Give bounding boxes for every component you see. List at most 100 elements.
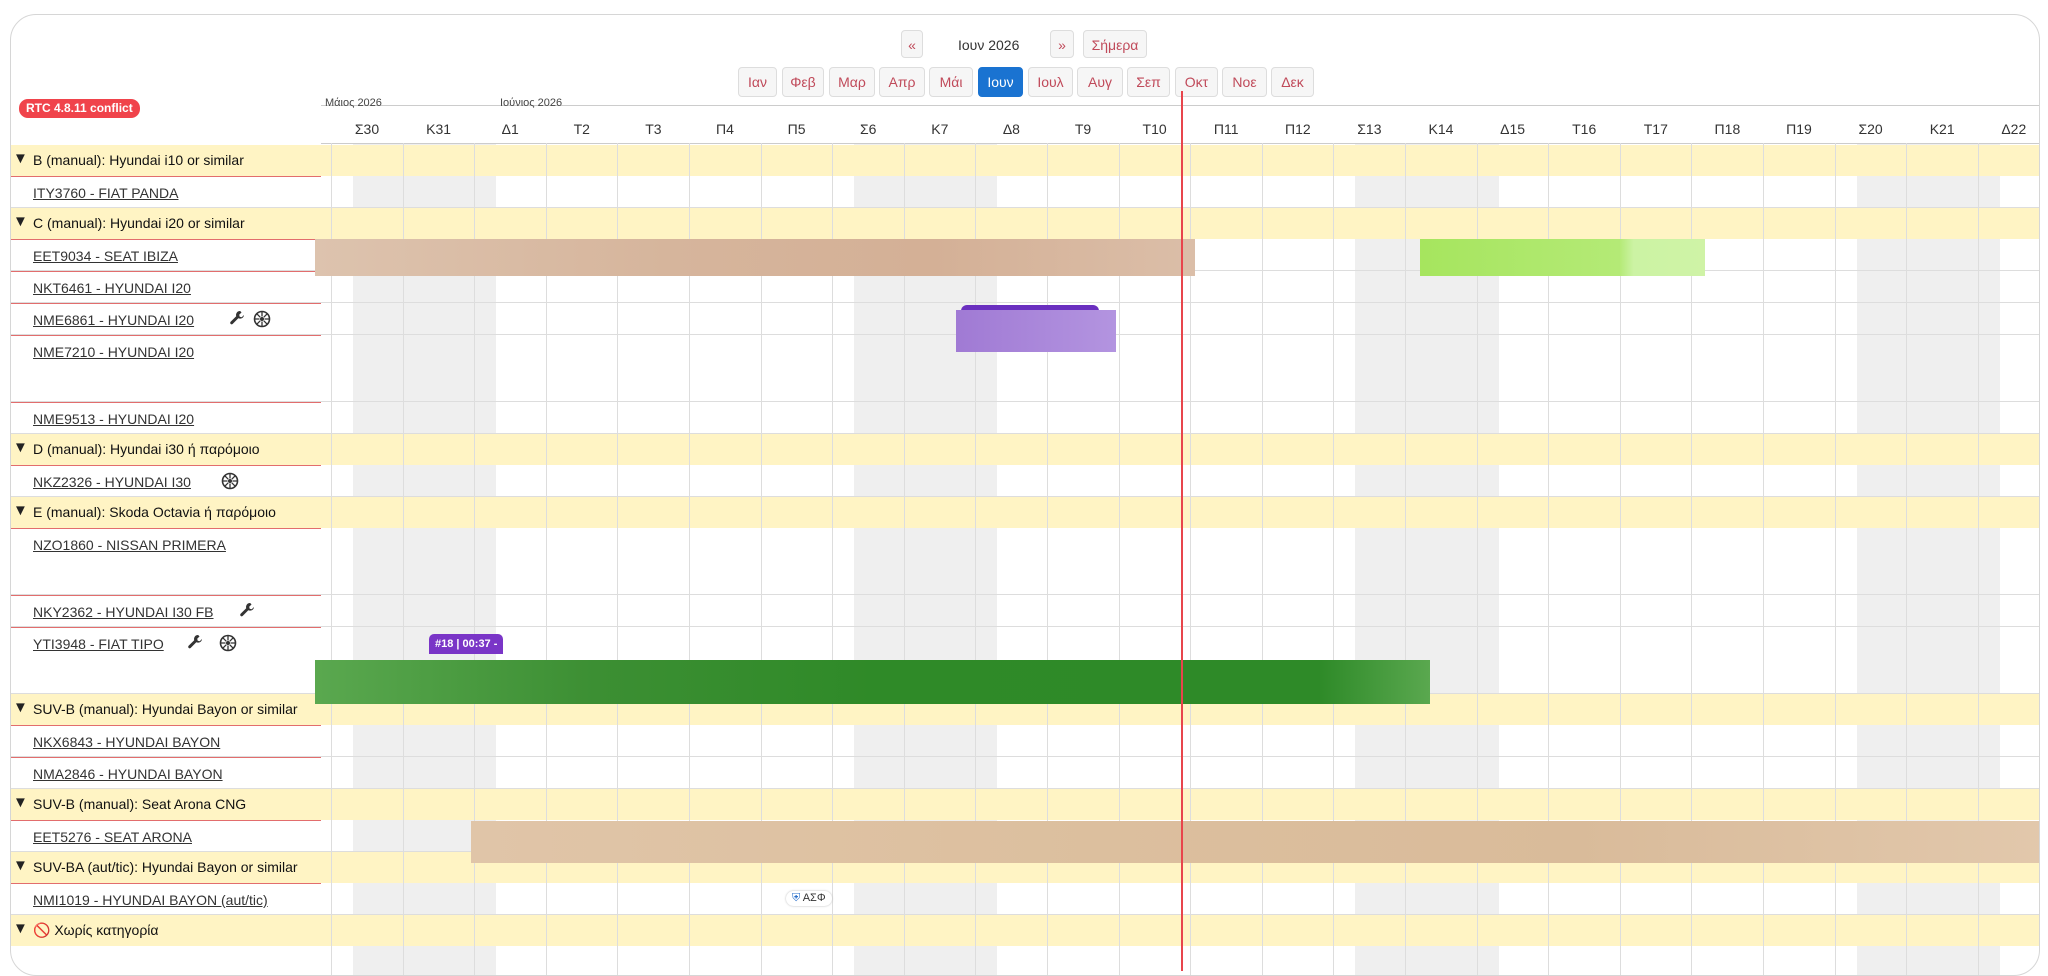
group-header[interactable]: ▼ B (manual): Hyundai i10 or similar xyxy=(11,145,2039,176)
group-header[interactable]: ▼ E (manual): Skoda Octavia ή παρόμοιο xyxy=(11,497,2039,528)
vehicle-link[interactable]: NKX6843 - HYUNDAI BAYON xyxy=(33,734,220,750)
vehicle-link[interactable]: EET5276 - SEAT ARONA xyxy=(33,829,192,845)
day-header-cell: Π4 xyxy=(716,121,734,137)
wheel-icon[interactable] xyxy=(219,634,237,652)
day-header-cell: Κ21 xyxy=(1929,121,1955,137)
header-top-rule xyxy=(321,105,2039,106)
month-button-jun[interactable]: Ιουν xyxy=(978,67,1023,97)
booking-bar-eet9034-2[interactable] xyxy=(1420,239,1705,276)
booking-bar-eet9034[interactable] xyxy=(315,239,1195,276)
prev-month-button[interactable]: « xyxy=(901,30,923,58)
day-header-cell: Δ22 xyxy=(2001,121,2027,137)
vehicle-row[interactable]: NME9513 - HYUNDAI I20 xyxy=(11,402,2039,434)
group-label: E (manual): Skoda Octavia ή παρόμοιο xyxy=(33,504,276,520)
group-label: 🚫 Χωρίς κατηγορία xyxy=(33,922,159,938)
vehicle-link[interactable]: NKT6461 - HYUNDAI I20 xyxy=(33,280,191,296)
group-label: D (manual): Hyundai i30 ή παρόμοιο xyxy=(33,441,260,457)
month-button-dec[interactable]: Δεκ xyxy=(1271,67,1314,97)
collapse-triangle-icon[interactable]: ▼ xyxy=(13,920,28,937)
wrench-icon[interactable] xyxy=(229,310,245,326)
booking-tag-18[interactable]: #18 | 00:37 - xyxy=(429,634,504,654)
vehicle-link[interactable]: NME6861 - HYUNDAI I20 xyxy=(33,312,194,328)
vehicle-link[interactable]: NMI1019 - HYUNDAI BAYON (aut/tic) xyxy=(33,892,268,908)
month-button-jan[interactable]: Ιαν xyxy=(738,67,777,97)
wrench-icon[interactable] xyxy=(187,634,203,650)
collapse-triangle-icon[interactable]: ▼ xyxy=(13,699,28,716)
day-header-cell: Σ20 xyxy=(1858,121,1883,137)
vehicle-link[interactable]: NME9513 - HYUNDAI I20 xyxy=(33,411,194,427)
group-header[interactable]: ▼ SUV-B (manual): Seat Arona CNG xyxy=(11,789,2039,820)
group-label: SUV-B (manual): Hyundai Bayon or similar xyxy=(33,701,298,717)
day-header-cell: Τ3 xyxy=(645,121,662,137)
group-label: C (manual): Hyundai i20 or similar xyxy=(33,215,245,231)
booking-bar-eet5276[interactable] xyxy=(471,821,2039,863)
vehicle-row[interactable]: NKZ2326 - HYUNDAI I30 xyxy=(11,465,2039,497)
month-button-jul[interactable]: Ιουλ xyxy=(1028,67,1073,97)
day-header-cell: Κ14 xyxy=(1428,121,1454,137)
vehicle-row[interactable]: NMA2846 - HYUNDAI BAYON xyxy=(11,757,2039,789)
day-header-cell: Σ30 xyxy=(354,121,380,137)
vehicle-link[interactable]: ITY3760 - FIAT PANDA xyxy=(33,185,179,201)
insurance-badge-label: ΑΣΦ xyxy=(802,892,826,904)
day-header-cell: Π12 xyxy=(1284,121,1311,137)
wrench-icon[interactable] xyxy=(239,602,255,618)
day-header-cell: Τ17 xyxy=(1643,121,1668,137)
group-label: SUV-B (manual): Seat Arona CNG xyxy=(33,796,247,812)
day-header-cell: Δ8 xyxy=(1002,121,1020,137)
collapse-triangle-icon[interactable]: ▼ xyxy=(13,502,28,519)
booking-bar-yti3948[interactable] xyxy=(315,660,1430,704)
collapse-triangle-icon[interactable]: ▼ xyxy=(13,857,28,874)
vehicle-link[interactable]: NKZ2326 - HYUNDAI I30 xyxy=(33,474,191,490)
vehicle-link[interactable]: NKY2362 - HYUNDAI I30 FB xyxy=(33,604,214,620)
group-header[interactable]: ▼ 🚫 Χωρίς κατηγορία xyxy=(11,915,2039,946)
today-button[interactable]: Σήμερα xyxy=(1083,30,1147,58)
wheel-icon[interactable] xyxy=(221,472,239,490)
vehicle-row[interactable]: NZO1860 - NISSAN PRIMERA xyxy=(11,528,2039,595)
day-header-cell: Τ10 xyxy=(1142,121,1167,137)
day-header-cell: Σ13 xyxy=(1357,121,1382,137)
day-header-cell: Τ9 xyxy=(1074,121,1092,137)
group-header[interactable]: ▼ D (manual): Hyundai i30 ή παρόμοιο xyxy=(11,434,2039,465)
vehicle-link[interactable]: NMA2846 - HYUNDAI BAYON xyxy=(33,766,223,782)
group-label: B (manual): Hyundai i10 or similar xyxy=(33,152,244,168)
month-button-apr[interactable]: Απρ xyxy=(879,67,925,97)
month-header-june: Ιούνιος 2026 xyxy=(500,97,563,109)
header-bottom-rule xyxy=(321,143,2039,144)
vehicle-row[interactable]: NKY2362 - HYUNDAI I30 FB xyxy=(11,595,2039,627)
insurance-badge[interactable]: ⛨ ΑΣΦ xyxy=(786,891,832,906)
conflict-badge[interactable]: RTC 4.8.11 conflict xyxy=(19,99,140,118)
vehicle-link[interactable]: NZO1860 - NISSAN PRIMERA xyxy=(33,537,226,553)
shield-icon: ⛨ xyxy=(792,892,801,904)
vehicle-row[interactable]: NKX6843 - HYUNDAI BAYON xyxy=(11,725,2039,757)
collapse-triangle-icon[interactable]: ▼ xyxy=(13,150,28,167)
day-header-cell: Δ1 xyxy=(501,121,519,137)
today-marker xyxy=(1181,91,1183,971)
month-button-feb[interactable]: Φεβ xyxy=(782,67,824,97)
booking-bar-nme6861[interactable] xyxy=(956,310,1116,352)
day-header-cell: Π5 xyxy=(787,121,806,137)
wheel-icon[interactable] xyxy=(253,310,271,328)
collapse-triangle-icon[interactable]: ▼ xyxy=(13,794,28,811)
month-button-aug[interactable]: Αυγ xyxy=(1077,67,1123,97)
month-button-may[interactable]: Μάι xyxy=(929,67,973,97)
vehicle-link[interactable]: YTI3948 - FIAT TIPO xyxy=(33,636,164,652)
vehicle-link[interactable]: EET9034 - SEAT IBIZA xyxy=(33,248,178,264)
vehicle-row[interactable]: ITY3760 - FIAT PANDA xyxy=(11,176,2039,208)
next-month-button[interactable]: » xyxy=(1050,30,1074,58)
group-header[interactable]: ▼ C (manual): Hyundai i20 or similar xyxy=(11,208,2039,239)
vehicle-link[interactable]: NME7210 - HYUNDAI I20 xyxy=(33,344,194,360)
day-header-cell: Δ15 xyxy=(1500,121,1526,137)
day-header-cell: Κ31 xyxy=(426,121,452,137)
collapse-triangle-icon[interactable]: ▼ xyxy=(13,213,28,230)
month-button-nov[interactable]: Νοε xyxy=(1222,67,1267,97)
collapse-triangle-icon[interactable]: ▼ xyxy=(13,439,28,456)
day-header-cell: Τ16 xyxy=(1572,121,1597,137)
month-button-mar[interactable]: Μαρ xyxy=(829,67,875,97)
month-button-sep[interactable]: Σεπ xyxy=(1127,67,1170,97)
month-header-may: Μάιος 2026 xyxy=(325,97,382,109)
day-header-cell: Τ2 xyxy=(573,121,590,137)
day-header-cell: Π11 xyxy=(1213,121,1239,137)
planner-frame: « Ιουν 2026 » Σήμερα Ιαν Φεβ Μαρ Απρ Μάι… xyxy=(10,14,2040,976)
day-header-cell: Π19 xyxy=(1786,121,1812,137)
vehicle-row[interactable]: NMI1019 - HYUNDAI BAYON (aut/tic) xyxy=(11,883,2039,915)
